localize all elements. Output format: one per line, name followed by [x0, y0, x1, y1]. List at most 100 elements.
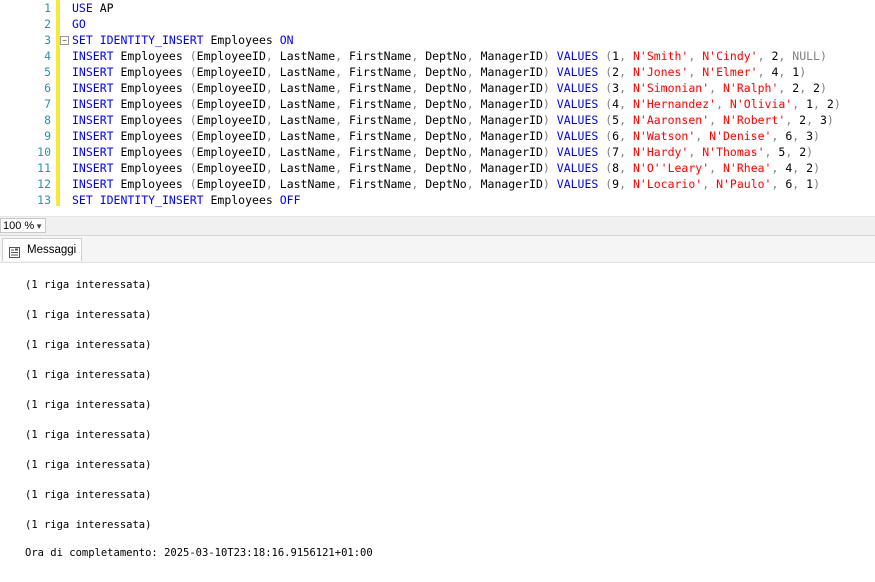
code-line[interactable]: 11 INSERT Employees (EmployeeID, LastName… — [0, 160, 875, 176]
code-token: DeptNo — [425, 81, 467, 95]
messages-pane: (1 riga interessata) (1 riga interessata)… — [0, 263, 875, 582]
code-token: ON — [279, 33, 294, 47]
code-text[interactable]: INSERT Employees (EmployeeID, LastName, … — [72, 144, 813, 160]
code-token: , — [792, 177, 807, 191]
code-token: DeptNo — [425, 97, 467, 111]
code-token: EmployeeID — [196, 177, 266, 191]
code-token: , — [688, 49, 703, 63]
code-token: N'Thomas' — [702, 145, 765, 159]
code-line[interactable]: 4 INSERT Employees (EmployeeID, LastName,… — [0, 48, 875, 64]
code-token: VALUES — [556, 113, 599, 127]
code-token: Employees — [113, 129, 190, 143]
code-line[interactable]: 7 INSERT Employees (EmployeeID, LastName,… — [0, 96, 875, 112]
code-token: Employees — [203, 193, 280, 207]
code-token: , — [688, 145, 703, 159]
code-token: LastName — [279, 161, 336, 175]
tab-messages[interactable]: Messaggi — [2, 238, 82, 261]
code-token: Employees — [113, 113, 190, 127]
code-text[interactable]: INSERT Employees (EmployeeID, LastName, … — [72, 160, 820, 176]
code-token: 1 — [806, 97, 814, 111]
message-line: (1 riga interessata) — [25, 519, 152, 531]
code-token: , — [335, 145, 350, 159]
code-token: ( — [189, 49, 197, 63]
horizontal-scrollbar[interactable] — [48, 220, 875, 232]
code-token: FirstName — [349, 97, 412, 111]
code-token: , — [265, 97, 280, 111]
code-token: Employees — [113, 97, 190, 111]
message-line: (1 riga interessata) — [25, 429, 152, 441]
code-line[interactable]: 8 INSERT Employees (EmployeeID, LastName,… — [0, 112, 875, 128]
code-token: , — [702, 177, 717, 191]
code-token: INSERT — [72, 97, 114, 111]
code-text[interactable]: INSERT Employees (EmployeeID, LastName, … — [72, 64, 806, 80]
code-line[interactable]: 2 GO — [0, 16, 875, 32]
code-token: , — [335, 113, 350, 127]
code-text[interactable]: INSERT Employees (EmployeeID, LastName, … — [72, 176, 820, 192]
line-number: 6 — [44, 81, 51, 95]
code-token: , — [335, 161, 350, 175]
code-token: , — [619, 97, 633, 111]
code-token: , — [771, 177, 786, 191]
code-token: N'Aaronsen' — [632, 113, 710, 127]
code-token: ) — [806, 145, 814, 159]
code-token: ) — [819, 81, 827, 95]
collapse-icon[interactable]: − — [60, 36, 69, 45]
code-token: , — [411, 145, 426, 159]
zoom-dropdown[interactable]: 100 % ▼ — [0, 218, 46, 233]
code-line[interactable]: 12 INSERT Employees (EmployeeID, LastName… — [0, 176, 875, 192]
code-token: AP — [92, 1, 114, 15]
code-token: , — [778, 49, 793, 63]
code-token: ( — [189, 97, 197, 111]
code-line[interactable]: 3− SET IDENTITY_INSERT Employees ON — [0, 32, 875, 48]
code-token: , — [771, 129, 786, 143]
code-text[interactable]: SET IDENTITY_INSERT Employees OFF — [72, 192, 301, 208]
code-line[interactable]: 13 SET IDENTITY_INSERT Employees OFF — [0, 192, 875, 208]
code-token: N'Elmer' — [702, 65, 758, 79]
code-token: N'Cindy' — [702, 49, 758, 63]
message-line: (1 riga interessata) — [25, 399, 152, 411]
code-text[interactable]: INSERT Employees (EmployeeID, LastName, … — [72, 80, 827, 96]
code-token: , — [778, 65, 793, 79]
code-token: ) — [542, 145, 557, 159]
code-token: ) — [819, 49, 827, 63]
code-token: , — [757, 65, 772, 79]
code-text[interactable]: INSERT Employees (EmployeeID, LastName, … — [72, 128, 820, 144]
code-token: EmployeeID — [196, 129, 266, 143]
code-token: EmployeeID — [196, 113, 266, 127]
code-line[interactable]: 1 USE AP — [0, 0, 875, 16]
code-token: ( — [189, 113, 197, 127]
code-token: , — [466, 113, 481, 127]
code-token: INSERT — [72, 81, 114, 95]
code-line[interactable]: 10 INSERT Employees (EmployeeID, LastName… — [0, 144, 875, 160]
code-token: , — [466, 177, 481, 191]
code-token: , — [335, 97, 350, 111]
code-token: FirstName — [349, 81, 412, 95]
code-token: ) — [799, 65, 807, 79]
code-token: , — [466, 97, 481, 111]
code-token: , — [792, 129, 807, 143]
code-token: , — [265, 81, 280, 95]
code-token: N'Ralph' — [723, 81, 779, 95]
code-line[interactable]: 6 INSERT Employees (EmployeeID, LastName,… — [0, 80, 875, 96]
tab-messages-label: Messaggi — [27, 244, 77, 256]
code-text[interactable]: USE AP — [72, 0, 114, 16]
code-token: ManagerID — [480, 161, 543, 175]
code-token: ManagerID — [480, 129, 543, 143]
code-text[interactable]: SET IDENTITY_INSERT Employees ON — [72, 32, 294, 48]
code-token: , — [265, 161, 280, 175]
code-token: Employees — [203, 33, 280, 47]
code-token: DeptNo — [425, 129, 467, 143]
code-token: , — [265, 113, 280, 127]
code-text[interactable]: INSERT Employees (EmployeeID, LastName, … — [72, 112, 834, 128]
code-line[interactable]: 5 INSERT Employees (EmployeeID, LastName,… — [0, 64, 875, 80]
code-line[interactable]: 9 INSERT Employees (EmployeeID, LastName,… — [0, 128, 875, 144]
code-token: , — [265, 49, 280, 63]
code-text[interactable]: GO — [72, 16, 86, 32]
code-token: ( — [598, 65, 613, 79]
code-token: , — [466, 145, 481, 159]
code-text[interactable]: INSERT Employees (EmployeeID, LastName, … — [72, 48, 827, 64]
code-token: N'Rhea' — [723, 161, 772, 175]
query-editor[interactable]: 1 USE AP 2 GO 3− SET IDENTITY_INSERT Employee… — [0, 0, 875, 217]
code-token: , — [466, 81, 481, 95]
code-text[interactable]: INSERT Employees (EmployeeID, LastName, … — [72, 96, 841, 112]
